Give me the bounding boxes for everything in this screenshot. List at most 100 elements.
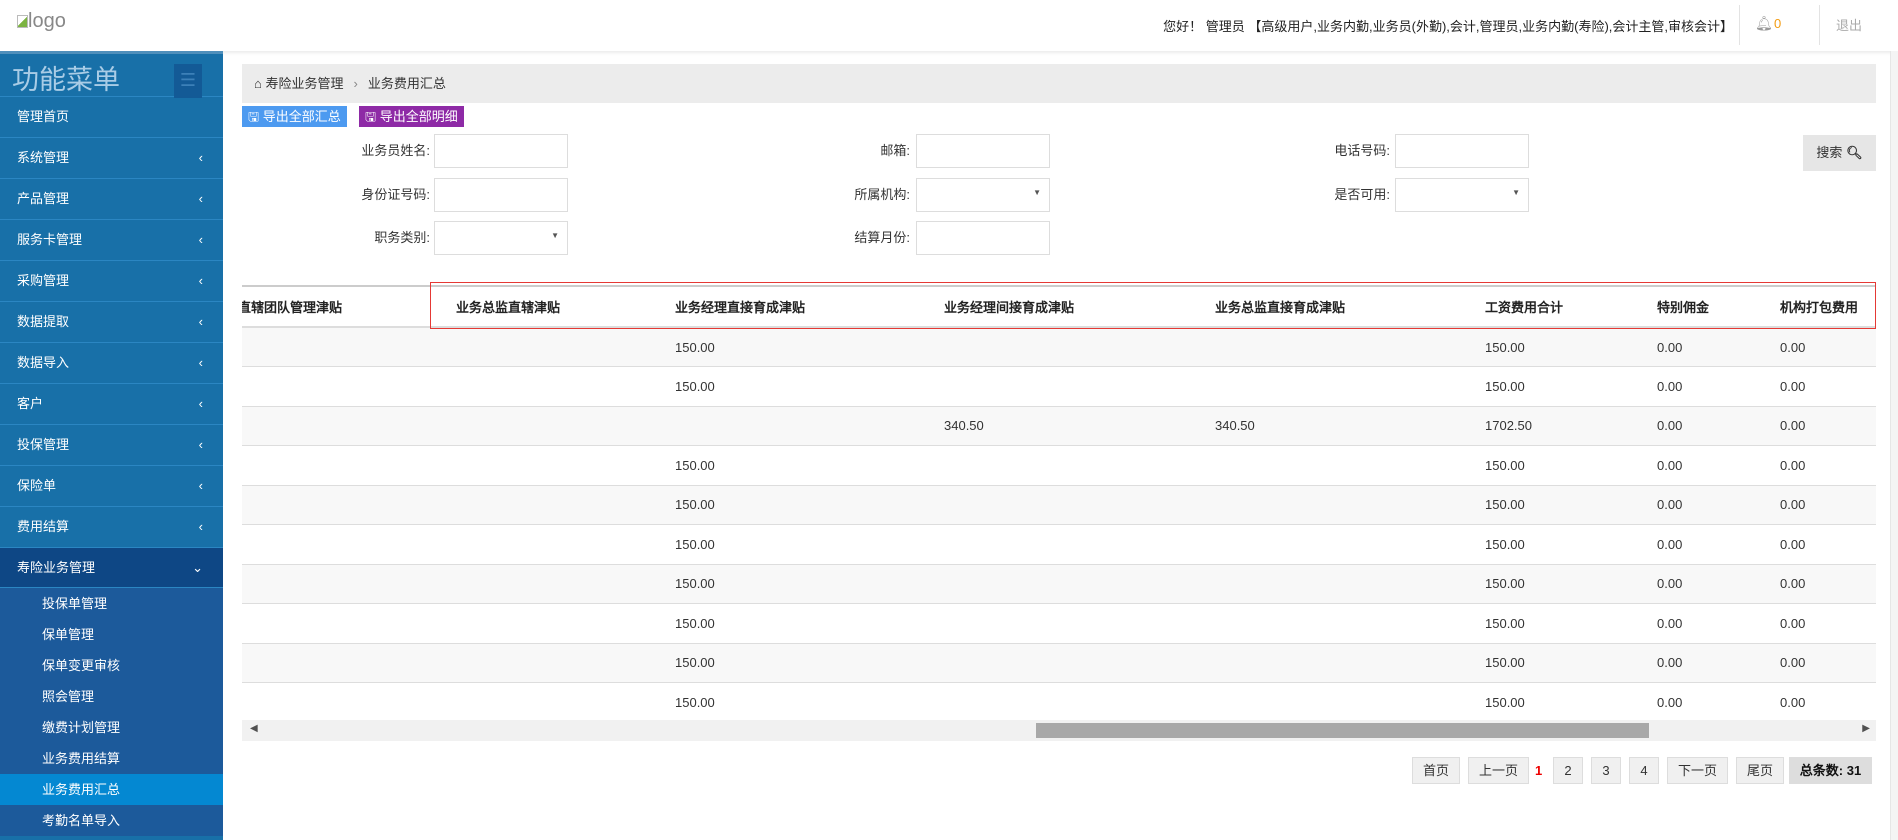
sidebar-item-data-extract[interactable]: 数据提取 ‹ xyxy=(0,302,223,343)
sidebar-item-customer[interactable]: 客户 ‹ xyxy=(0,384,223,425)
chevron-left-icon: ‹ xyxy=(198,519,203,534)
export-detail-button[interactable]: 🖫 导出全部明细 xyxy=(359,106,464,127)
menu-toggle-icon[interactable]: ☰ xyxy=(174,64,202,98)
notification-count[interactable]: 0 xyxy=(1774,16,1781,31)
table-cell: 0.00 xyxy=(1772,406,1876,446)
table-cell xyxy=(242,524,448,565)
phone-label: 电话号码: xyxy=(1334,143,1390,158)
breadcrumb-separator-icon: › xyxy=(353,76,358,91)
page-scrollbar[interactable] xyxy=(1890,51,1898,840)
submenu-item[interactable]: 缴费计划管理 xyxy=(0,712,223,743)
table-cell: 150.00 xyxy=(1477,485,1649,525)
page-button[interactable]: 3 xyxy=(1591,757,1621,784)
submenu-item[interactable]: 业务费用结算 xyxy=(0,743,223,774)
logout-link[interactable]: 退出 xyxy=(1836,15,1862,34)
table-cell: 150.00 xyxy=(1477,524,1649,565)
org-select[interactable] xyxy=(916,178,1050,212)
table-cell: 0.00 xyxy=(1649,643,1772,683)
table-cell xyxy=(936,603,1207,644)
scrollbar-thumb[interactable] xyxy=(1036,723,1649,738)
submenu-item[interactable]: 照会管理 xyxy=(0,681,223,712)
table-row: 150.00 150.00 0.00 0.00 xyxy=(242,327,1876,367)
chevron-down-icon: ⌄ xyxy=(192,560,203,575)
scroll-right-icon[interactable]: ▶ xyxy=(1862,723,1870,734)
table-cell: 1702.50 xyxy=(1477,406,1649,446)
sidebar-item-product[interactable]: 产品管理 ‹ xyxy=(0,179,223,220)
table-cell xyxy=(242,682,448,723)
horizontal-scrollbar[interactable]: ◀ ▶ xyxy=(242,720,1876,741)
table-cell: 150.00 xyxy=(667,445,936,486)
sidebar-item-life-insurance[interactable]: 寿险业务管理 ⌄ xyxy=(0,548,223,588)
first-page-button[interactable]: 首页 xyxy=(1412,757,1460,784)
label: 客户 xyxy=(17,396,44,411)
label: 产品管理 xyxy=(17,191,70,206)
table-cell xyxy=(448,564,667,604)
sidebar-item-home[interactable]: 管理首页 xyxy=(0,97,223,138)
table-cell xyxy=(1207,524,1477,565)
table-row: 150.00 150.00 0.00 0.00 xyxy=(242,524,1876,565)
submenu: 投保单管理 保单管理 保单变更审核 照会管理 缴费计划管理 业务费用结算 业务费… xyxy=(0,588,223,836)
sidebar-item-settlement[interactable]: 费用结算 ‹ xyxy=(0,507,223,548)
sidebar-item-purchase[interactable]: 采购管理 ‹ xyxy=(0,261,223,302)
table-row: 340.50 340.50 1702.50 0.00 0.00 xyxy=(242,406,1876,446)
org-label: 所属机构: xyxy=(854,187,910,202)
table-cell: 150.00 xyxy=(667,682,936,723)
table-cell: 0.00 xyxy=(1649,564,1772,604)
table-cell: 150.00 xyxy=(1477,682,1649,723)
submenu-item[interactable]: 保单变更审核 xyxy=(0,650,223,681)
bell-icon[interactable]: 🔔︎ xyxy=(1755,15,1773,32)
table-cell: 0.00 xyxy=(1772,524,1876,565)
column-header: 业务总监直辖津贴 xyxy=(448,287,667,328)
table-cell xyxy=(448,643,667,683)
table-cell: 0.00 xyxy=(1772,327,1876,367)
table-cell xyxy=(1207,327,1477,367)
chevron-left-icon: ‹ xyxy=(198,396,203,411)
table-cell: 0.00 xyxy=(1772,643,1876,683)
chevron-left-icon: ‹ xyxy=(198,150,203,165)
total-count: 总条数: 31 xyxy=(1789,757,1872,784)
sidebar-item-insure[interactable]: 投保管理 ‹ xyxy=(0,425,223,466)
last-page-button[interactable]: 尾页 xyxy=(1736,757,1784,784)
id-input[interactable] xyxy=(434,178,568,212)
table-cell: 0.00 xyxy=(1649,603,1772,644)
email-input[interactable] xyxy=(916,134,1050,168)
label: 保险单 xyxy=(17,478,57,493)
page-button[interactable]: 4 xyxy=(1629,757,1659,784)
enabled-select[interactable] xyxy=(1395,178,1529,212)
breadcrumb-parent[interactable]: 寿险业务管理 xyxy=(265,76,343,91)
search-button[interactable]: 搜索 🔍︎ xyxy=(1803,135,1876,171)
sidebar-item-service-card[interactable]: 服务卡管理 ‹ xyxy=(0,220,223,261)
sidebar-item-system[interactable]: 系统管理 ‹ xyxy=(0,138,223,179)
table-cell xyxy=(936,564,1207,604)
table-cell: 150.00 xyxy=(1477,366,1649,407)
sidebar-item-data-import[interactable]: 数据导入 ‹ xyxy=(0,343,223,384)
submenu-item[interactable]: 考勤名单导入 xyxy=(0,805,223,836)
name-input[interactable] xyxy=(434,134,568,168)
label: 数据导入 xyxy=(17,355,70,370)
label: 服务卡管理 xyxy=(17,232,83,247)
submenu-item-active[interactable]: 业务费用汇总 xyxy=(0,774,223,805)
phone-input[interactable] xyxy=(1395,134,1529,168)
chevron-left-icon: ‹ xyxy=(198,437,203,452)
chevron-left-icon: ‹ xyxy=(198,273,203,288)
table-cell xyxy=(448,327,667,367)
export-summary-button[interactable]: 🖫 导出全部汇总 xyxy=(242,106,347,127)
submenu-item[interactable]: 投保单管理 xyxy=(0,588,223,619)
scroll-left-icon[interactable]: ◀ xyxy=(250,723,258,734)
sidebar-item-policy[interactable]: 保险单 ‹ xyxy=(0,466,223,507)
name-label: 业务员姓名: xyxy=(361,143,430,158)
table-cell: 0.00 xyxy=(1772,564,1876,604)
submenu-item[interactable]: 保单管理 xyxy=(0,619,223,650)
chevron-left-icon: ‹ xyxy=(198,232,203,247)
next-page-button[interactable]: 下一页 xyxy=(1667,757,1728,784)
table-cell: 0.00 xyxy=(1772,682,1876,723)
column-header: 直辖团队管理津贴 xyxy=(242,287,448,328)
page-button[interactable]: 2 xyxy=(1553,757,1583,784)
table-cell: 150.00 xyxy=(1477,327,1649,367)
table-cell: 150.00 xyxy=(1477,445,1649,486)
column-header: 特别佣金 xyxy=(1649,287,1772,328)
table-cell: 340.50 xyxy=(936,406,1207,446)
position-select[interactable] xyxy=(434,221,568,255)
prev-page-button[interactable]: 上一页 xyxy=(1468,757,1529,784)
month-input[interactable] xyxy=(916,221,1050,255)
